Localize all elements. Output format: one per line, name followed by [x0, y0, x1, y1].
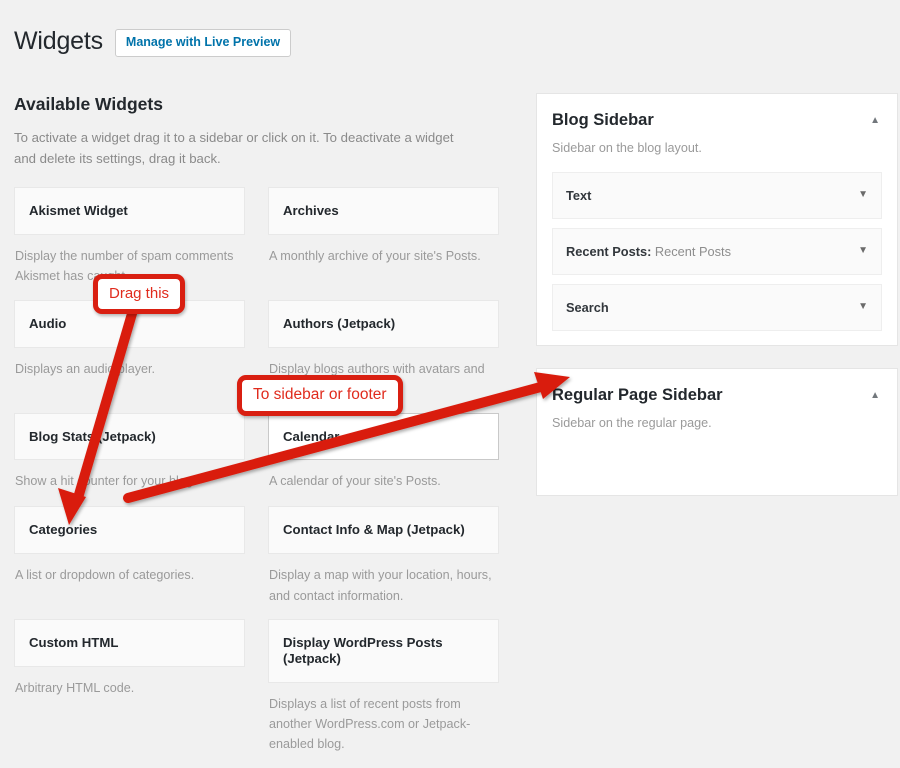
sidebar-panel-description: Sidebar on the blog layout.: [552, 138, 882, 158]
available-widget-card[interactable]: Calendar: [268, 413, 499, 461]
sidebar-widget-row[interactable]: Search ▼: [552, 284, 882, 331]
available-widget-card[interactable]: Blog Stats (Jetpack): [14, 413, 245, 461]
available-widgets-description: To activate a widget drag it to a sideba…: [14, 127, 456, 170]
available-widget-description: Displays a list of recent posts from ano…: [268, 683, 499, 768]
sidebar-panel-header: Regular Page Sidebar ▲: [552, 385, 882, 407]
sidebar-widget-instance-name: Recent Posts: [651, 244, 731, 259]
available-widget: CategoriesA list or dropdown of categori…: [14, 506, 245, 619]
available-widget-description: Show a hit counter for your blog.: [14, 460, 245, 506]
sidebar-panel: Regular Page Sidebar ▲ Sidebar on the regu…: [536, 368, 898, 496]
available-widget-description: A list or dropdown of categories.: [14, 554, 245, 600]
available-widget-description: A monthly archive of your site's Posts.: [268, 235, 499, 281]
available-widget-description: Display the number of spam comments Akis…: [14, 235, 245, 300]
sidebar-drop-zone[interactable]: [552, 447, 882, 481]
available-widget-card[interactable]: Contact Info & Map (Jetpack): [268, 506, 499, 554]
available-widget-card[interactable]: Akismet Widget: [14, 187, 245, 235]
available-widget: Custom HTMLArbitrary HTML code.: [14, 619, 245, 768]
page-header: Widgets Manage with Live Preview: [0, 0, 900, 74]
available-widgets-heading: Available Widgets: [14, 93, 514, 116]
chevron-down-icon[interactable]: ▼: [858, 302, 868, 312]
page-title: Widgets: [14, 26, 103, 57]
sidebar-widget-title: Text: [566, 188, 591, 203]
available-widget-card[interactable]: Categories: [14, 506, 245, 554]
sidebar-panel-title: Regular Page Sidebar: [552, 385, 723, 406]
chevron-down-icon[interactable]: ▼: [858, 246, 868, 256]
sidebar-widget-type: Search: [566, 300, 609, 315]
available-widget-card[interactable]: Display WordPress Posts (Jetpack): [268, 619, 499, 683]
available-widget: Authors (Jetpack)Display blogs authors w…: [268, 300, 499, 413]
available-widget: AudioDisplays an audio player.: [14, 300, 245, 413]
chevron-down-icon[interactable]: ▼: [858, 190, 868, 200]
available-widget-card[interactable]: Authors (Jetpack): [268, 300, 499, 348]
available-widget-card[interactable]: Archives: [268, 187, 499, 235]
sidebar-panel: Blog Sidebar ▲ Sidebar on the blog layout.…: [536, 93, 898, 346]
chevron-up-icon[interactable]: ▲: [868, 110, 882, 132]
sidebar-panel-header: Blog Sidebar ▲: [552, 110, 882, 132]
available-widget-description: Arbitrary HTML code.: [14, 667, 245, 713]
available-widget: Akismet WidgetDisplay the number of spam…: [14, 187, 245, 300]
available-widget: Blog Stats (Jetpack)Show a hit counter f…: [14, 413, 245, 507]
available-widget: Contact Info & Map (Jetpack)Display a ma…: [268, 506, 499, 619]
available-widget-description: Display blogs authors with avatars and r…: [268, 348, 499, 413]
manage-with-live-preview-button[interactable]: Manage with Live Preview: [115, 29, 291, 57]
available-widget: ArchivesA monthly archive of your site's…: [268, 187, 499, 300]
sidebar-panel-title: Blog Sidebar: [552, 110, 654, 131]
sidebar-widget-title: Search: [566, 300, 609, 315]
sidebar-widget-row[interactable]: Recent Posts: Recent Posts ▼: [552, 228, 882, 275]
sidebars-column: Blog Sidebar ▲ Sidebar on the blog layout.…: [536, 93, 898, 518]
widgets-layout: Available Widgets To activate a widget d…: [0, 93, 900, 768]
available-widget-description: Display a map with your location, hours,…: [268, 554, 499, 619]
sidebar-panel-description: Sidebar on the regular page.: [552, 413, 882, 433]
chevron-up-icon[interactable]: ▲: [868, 385, 882, 407]
available-widget: Display WordPress Posts (Jetpack)Display…: [268, 619, 499, 768]
available-widget-description: Displays an audio player.: [14, 348, 245, 394]
sidebar-widget-type: Recent Posts:: [566, 244, 651, 259]
available-widget-description: A calendar of your site's Posts.: [268, 460, 499, 506]
available-widgets-grid: Akismet WidgetDisplay the number of spam…: [14, 187, 514, 768]
sidebar-widget-row[interactable]: Text ▼: [552, 172, 882, 219]
available-widget-card[interactable]: Audio: [14, 300, 245, 348]
available-widget-card[interactable]: Custom HTML: [14, 619, 245, 667]
available-widget: CalendarA calendar of your site's Posts.: [268, 413, 499, 507]
sidebar-widget-title: Recent Posts: Recent Posts: [566, 244, 731, 259]
available-widgets-column: Available Widgets To activate a widget d…: [14, 93, 514, 768]
sidebar-widget-type: Text: [566, 188, 591, 203]
